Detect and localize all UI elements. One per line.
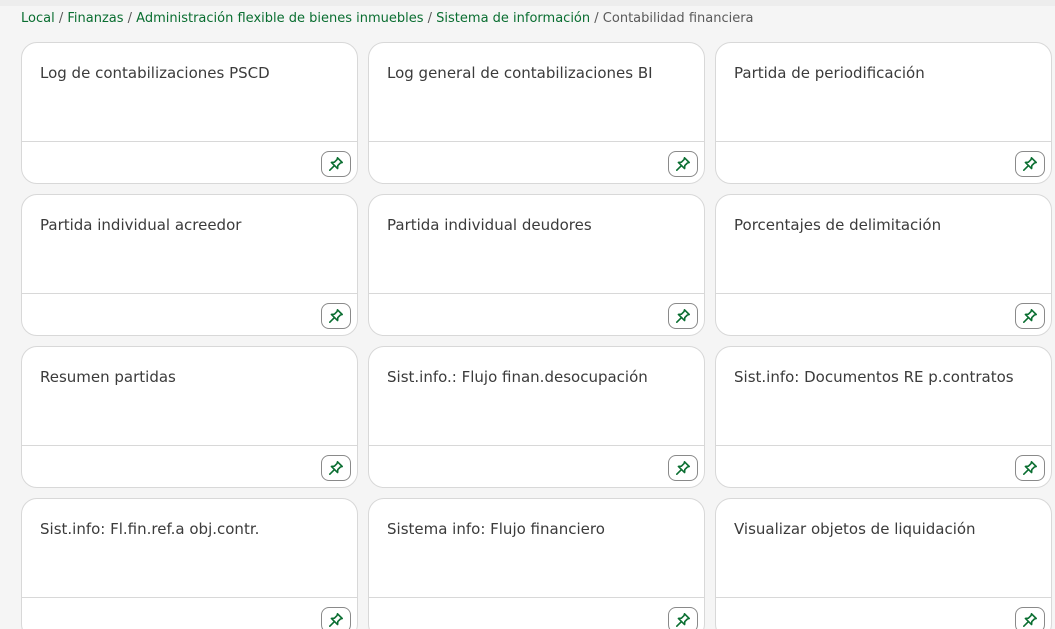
app-tile[interactable]: Partida individual acreedor: [21, 194, 358, 336]
tile-title: Resumen partidas: [40, 368, 176, 386]
tile-footer: [716, 141, 1051, 183]
tile-footer: [22, 293, 357, 335]
pin-icon: [675, 156, 691, 172]
tile-footer: [369, 293, 704, 335]
tile-footer: [716, 293, 1051, 335]
tile-footer: [369, 445, 704, 487]
tile-title: Log general de contabilizaciones BI: [387, 64, 653, 82]
app-tile[interactable]: Porcentajes de delimitación: [715, 194, 1052, 336]
app-tile[interactable]: Partida de periodificación: [715, 42, 1052, 184]
app-tile[interactable]: Sist.info: Fl.fin.ref.a obj.contr.: [21, 498, 358, 629]
pin-button[interactable]: [321, 151, 351, 177]
tile-title: Partida individual acreedor: [40, 216, 242, 234]
tile-footer: [22, 445, 357, 487]
breadcrumb-separator: /: [594, 11, 603, 26]
launchpad-page: Local / Finanzas / Administración flexib…: [0, 0, 1055, 629]
pin-button[interactable]: [668, 455, 698, 481]
pin-icon: [328, 308, 344, 324]
pin-button[interactable]: [321, 455, 351, 481]
tile-title: Partida individual deudores: [387, 216, 592, 234]
tile-footer: [369, 597, 704, 629]
tile-title: Sistema info: Flujo financiero: [387, 520, 605, 538]
pin-icon: [328, 156, 344, 172]
pin-icon: [675, 612, 691, 628]
tile-footer: [716, 597, 1051, 629]
app-tile[interactable]: Partida individual deudores: [368, 194, 705, 336]
app-tile[interactable]: Log general de contabilizaciones BI: [368, 42, 705, 184]
app-tile[interactable]: Log de contabilizaciones PSCD: [21, 42, 358, 184]
tile-title: Sist.info.: Flujo finan.desocupación: [387, 368, 648, 386]
pin-icon: [328, 460, 344, 476]
pin-button[interactable]: [668, 303, 698, 329]
pin-button[interactable]: [1015, 455, 1045, 481]
pin-icon: [1022, 156, 1038, 172]
pin-button[interactable]: [668, 607, 698, 629]
pin-button[interactable]: [1015, 303, 1045, 329]
tile-title: Sist.info: Documentos RE p.contratos: [734, 368, 1014, 386]
breadcrumb: Local / Finanzas / Administración flexib…: [21, 10, 754, 28]
pin-icon: [1022, 460, 1038, 476]
tile-grid: Log de contabilizaciones PSCD Log general…: [21, 42, 1055, 629]
pin-icon: [675, 460, 691, 476]
tile-title: Porcentajes de delimitación: [734, 216, 942, 234]
pin-icon: [328, 612, 344, 628]
breadcrumb-separator: /: [427, 11, 437, 26]
app-tile[interactable]: Visualizar objetos de liquidación: [715, 498, 1052, 629]
pin-icon: [1022, 308, 1038, 324]
tile-title: Sist.info: Fl.fin.ref.a obj.contr.: [40, 520, 260, 538]
breadcrumb-item-sistema-informacion[interactable]: Sistema de información: [436, 11, 590, 26]
pin-button[interactable]: [668, 151, 698, 177]
pin-button[interactable]: [1015, 607, 1045, 629]
pin-button[interactable]: [321, 303, 351, 329]
tile-title: Log de contabilizaciones PSCD: [40, 64, 270, 82]
app-tile[interactable]: Sist.info: Documentos RE p.contratos: [715, 346, 1052, 488]
tile-footer: [716, 445, 1051, 487]
breadcrumb-item-current: Contabilidad financiera: [602, 11, 754, 26]
pin-button[interactable]: [321, 607, 351, 629]
tile-footer: [369, 141, 704, 183]
app-tile[interactable]: Sistema info: Flujo financiero: [368, 498, 705, 629]
tile-footer: [22, 141, 357, 183]
app-tile[interactable]: Resumen partidas: [21, 346, 358, 488]
tile-title: Partida de periodificación: [734, 64, 925, 82]
breadcrumb-item-administracion[interactable]: Administración flexible de bienes inmueb…: [136, 11, 423, 26]
breadcrumb-item-finanzas[interactable]: Finanzas: [67, 11, 123, 26]
pin-icon: [675, 308, 691, 324]
app-tile[interactable]: Sist.info.: Flujo finan.desocupación: [368, 346, 705, 488]
tile-footer: [22, 597, 357, 629]
tile-title: Visualizar objetos de liquidación: [734, 520, 976, 538]
pin-icon: [1022, 612, 1038, 628]
breadcrumb-separator: /: [127, 11, 137, 26]
pin-button[interactable]: [1015, 151, 1045, 177]
breadcrumb-item-local[interactable]: Local: [21, 11, 55, 26]
top-divider: [0, 0, 1055, 6]
